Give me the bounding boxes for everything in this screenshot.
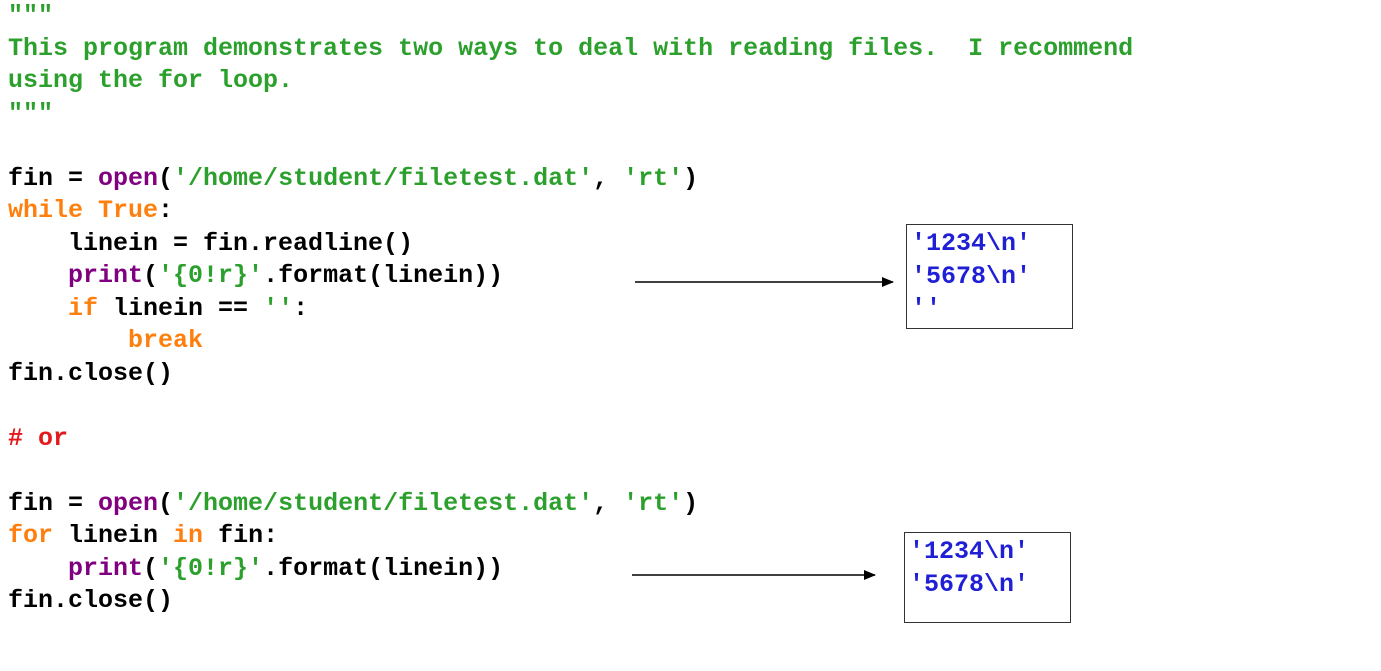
- output-line: '1234\n': [911, 229, 1032, 258]
- output-line: '1234\n': [909, 537, 1030, 566]
- output-box-2: '1234\n' '5678\n': [904, 532, 1071, 623]
- output-line: '5678\n': [909, 569, 1030, 599]
- output-box-1: '1234\n' '5678\n' '': [906, 224, 1073, 329]
- output-line: '': [911, 294, 942, 323]
- arrows-overlay: [632, 277, 894, 580]
- output-line: '5678\n': [911, 261, 1032, 291]
